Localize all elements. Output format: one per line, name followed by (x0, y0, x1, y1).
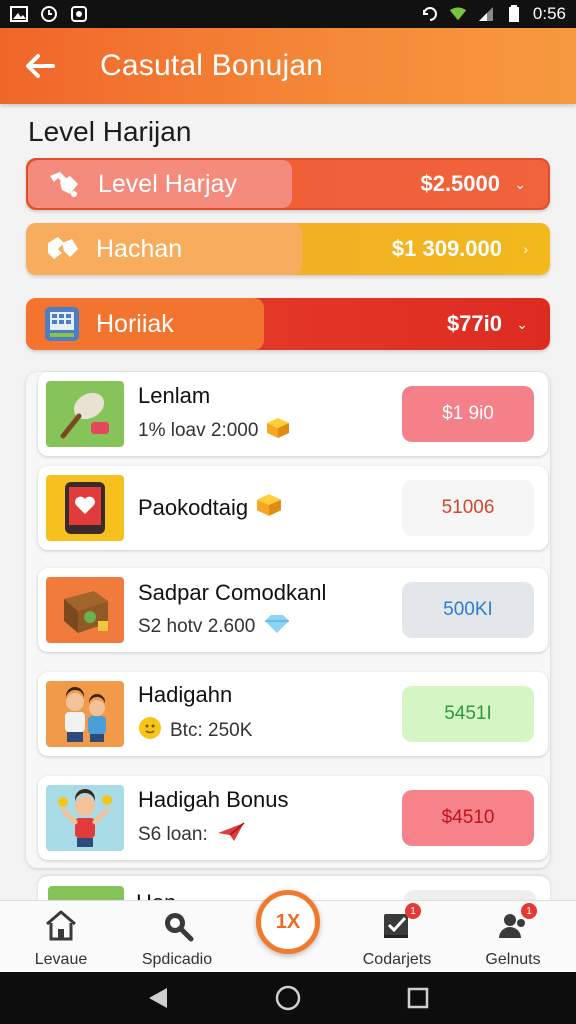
list-item[interactable]: Paokodtaig 51006 (38, 466, 548, 550)
level-amount: $2.5000 (420, 171, 500, 196)
system-back-button[interactable] (143, 983, 173, 1013)
nav-label: Codarjets (362, 951, 432, 968)
tablet-heart-icon (46, 475, 124, 541)
paper-plane-icon (216, 821, 246, 849)
chevron-down-icon: ⌄ (516, 315, 528, 332)
handshake-icon (44, 164, 84, 204)
list-item[interactable]: Sadpar Comodkanl S2 hotv 2.600 500KI (38, 568, 548, 652)
item-title: Lenlam (138, 383, 211, 408)
nav-label: Levaue (34, 951, 88, 968)
level-label: Level Harjay (98, 169, 237, 198)
level-bar-1[interactable]: Level Harjay $2.5000 ⌄ (26, 158, 550, 210)
battery-icon (505, 5, 523, 23)
item-title: Sadpar Comodkanl (138, 580, 327, 605)
notification-badge: 1 (521, 903, 537, 919)
system-navigation-bar (0, 972, 576, 1024)
nav-home[interactable]: Levaue (6, 907, 116, 969)
item-subtitle: S6 loan: (138, 824, 208, 845)
section-title: Level Harijan (28, 116, 192, 147)
gold-box-icon (256, 493, 282, 523)
notification-badge: 1 (405, 903, 421, 919)
level-bar-3[interactable]: Horiiak $77i0 ⌄ (26, 298, 550, 350)
level-label: Horiiak (96, 309, 174, 338)
home-icon (43, 907, 79, 943)
item-subtitle: 1% loav 2:000 (138, 420, 259, 441)
back-button[interactable] (0, 28, 80, 104)
system-recents-button[interactable] (403, 983, 433, 1013)
triangle-back-icon (149, 988, 167, 1008)
signal-icon (477, 5, 495, 23)
claim-button[interactable]: 51006 (402, 480, 534, 536)
list-item[interactable]: Hadigah Bonus S6 loan: $4510 (38, 776, 548, 860)
gallery-icon (10, 5, 28, 23)
claim-button[interactable]: 500KI (402, 582, 534, 638)
nav-label: Spdicadio (141, 951, 213, 968)
arrow-left-icon (26, 54, 55, 78)
list-item[interactable]: Hadigahn Btc: 250K 5451I (38, 672, 548, 756)
level-amount: $77i0 (446, 311, 502, 336)
item-title: Hadigah Bonus (138, 787, 289, 812)
multiplier-fab-button[interactable]: 1X (256, 890, 320, 954)
nav-profile[interactable]: 1 Gelnuts (458, 903, 568, 969)
handshake-icon (42, 229, 82, 269)
boy-illustration-icon (46, 785, 124, 851)
diamond-icon (263, 614, 291, 640)
coin-icon (138, 716, 162, 746)
search-icon (159, 907, 195, 943)
nav-search[interactable]: Spdicadio (122, 907, 232, 969)
page-title: Casutal Bonujan (100, 49, 324, 82)
circle-home-icon (275, 985, 301, 1011)
status-time: 0:56 (532, 4, 566, 23)
item-subtitle: S2 hotv 2.600 (138, 616, 256, 637)
square-recents-icon (407, 987, 429, 1009)
bonus-list: Lenlam 1% loav 2:000 $1 9i0 Paokodtaig 5… (26, 372, 550, 868)
clock-icon (40, 5, 58, 23)
tennis-racket-icon (46, 381, 124, 447)
nav-label: Gelnuts (485, 951, 541, 968)
claim-button[interactable]: 5451I (402, 686, 534, 742)
checklist-icon: 1 (379, 903, 421, 943)
app-bar: Casutal Bonujan (0, 28, 576, 104)
item-subtitle: Btc: 250K (170, 720, 253, 741)
wifi-icon (449, 5, 467, 23)
level-amount: $1 309.000 (391, 236, 502, 261)
list-item[interactable]: Lenlam 1% loav 2:000 $1 9i0 (38, 372, 548, 456)
level-bar-2[interactable]: Hachan $1 309.000 › (26, 223, 550, 275)
people-illustration-icon (46, 681, 124, 747)
system-home-button[interactable] (273, 983, 303, 1013)
nav-tasks[interactable]: 1 Codarjets (342, 903, 452, 969)
gold-box-icon (266, 417, 290, 445)
treasure-box-icon (46, 577, 124, 643)
status-bar: 0:56 (0, 0, 576, 28)
item-title: Hadigahn (138, 682, 233, 707)
item-title: Paokodtaig (138, 495, 249, 520)
sync-icon (421, 5, 439, 23)
app-notification-icon (70, 5, 88, 23)
chevron-right-icon: › (523, 241, 528, 257)
claim-button[interactable]: $4510 (402, 790, 534, 846)
level-label: Hachan (96, 234, 183, 263)
chevron-down-icon: ⌄ (514, 175, 526, 192)
claim-button[interactable]: $1 9i0 (402, 386, 534, 442)
grid-icon (42, 304, 82, 344)
people-icon: 1 (495, 903, 537, 943)
